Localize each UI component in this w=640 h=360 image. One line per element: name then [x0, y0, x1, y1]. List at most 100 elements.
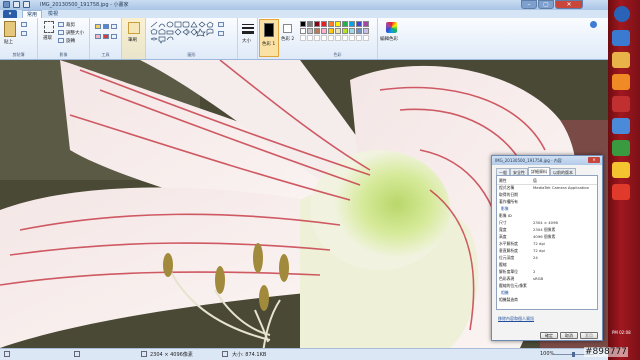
- property-row[interactable]: 高度 4096 個像素: [497, 234, 597, 240]
- palette-swatch[interactable]: [307, 28, 313, 34]
- tab-home[interactable]: 常用: [22, 10, 43, 18]
- help-icon[interactable]: [590, 21, 597, 28]
- copy-icon[interactable]: [21, 31, 27, 36]
- property-row[interactable]: 影像 ID: [497, 213, 597, 219]
- palette-swatch[interactable]: [363, 28, 369, 34]
- shapes-gallery[interactable]: [150, 21, 216, 45]
- resize-icon[interactable]: [58, 30, 64, 35]
- property-row[interactable]: 著作權所有: [497, 199, 597, 205]
- save-icon[interactable]: [13, 1, 20, 8]
- color1-button[interactable]: 色彩 1: [259, 19, 279, 57]
- tab-security[interactable]: 安全性: [510, 168, 528, 175]
- palette-swatch[interactable]: [300, 28, 306, 34]
- palette-swatch[interactable]: [321, 28, 327, 34]
- select-icon[interactable]: [44, 21, 54, 33]
- property-section[interactable]: 相機: [497, 290, 597, 296]
- taskbar-app-icon[interactable]: [612, 96, 630, 112]
- color2-button[interactable]: 色彩 2: [280, 19, 298, 57]
- taskbar-paint-icon[interactable]: [612, 118, 630, 134]
- value-column-header[interactable]: 值: [533, 178, 537, 184]
- property-row[interactable]: 色彩表現 sRGB: [497, 276, 597, 282]
- minimize-button[interactable]: –: [521, 0, 537, 9]
- resize-label[interactable]: 調整大小: [66, 30, 84, 36]
- palette-swatch[interactable]: [300, 21, 306, 27]
- cut-icon[interactable]: [21, 22, 27, 27]
- custom-color-slot[interactable]: [335, 35, 341, 41]
- undo-icon[interactable]: [23, 1, 30, 8]
- size-label[interactable]: 大小: [242, 38, 251, 44]
- fill-icon[interactable]: [103, 24, 109, 29]
- brush-icon[interactable]: [128, 22, 140, 34]
- apply-button[interactable]: 套用: [580, 332, 598, 339]
- text-icon[interactable]: [111, 24, 117, 29]
- paste-icon[interactable]: [4, 21, 16, 37]
- palette-swatch[interactable]: [335, 21, 341, 27]
- custom-color-slot[interactable]: [349, 35, 355, 41]
- properties-list[interactable]: 屬性 值 程式名稱 MediaTek Camera Application 取得的日…: [496, 175, 598, 310]
- custom-color-slot[interactable]: [363, 35, 369, 41]
- crop-icon[interactable]: [58, 22, 64, 27]
- taskbar-ie-icon[interactable]: [612, 30, 630, 46]
- size-group[interactable]: 大小: [238, 18, 258, 59]
- magnifier-icon[interactable]: [111, 34, 117, 39]
- file-menu-tab[interactable]: ▾: [3, 10, 17, 18]
- palette-swatch[interactable]: [356, 28, 362, 34]
- paste-label[interactable]: 貼上: [4, 39, 13, 45]
- palette-swatch[interactable]: [314, 28, 320, 34]
- rotate-icon[interactable]: [58, 38, 64, 43]
- close-button[interactable]: ✕: [555, 0, 583, 9]
- crop-label[interactable]: 裁剪: [66, 22, 75, 28]
- outline-icon[interactable]: [218, 22, 224, 27]
- palette-swatch[interactable]: [342, 21, 348, 27]
- fill-shape-icon[interactable]: [218, 31, 224, 36]
- custom-color-slot[interactable]: [307, 35, 313, 41]
- taskbar-media-icon[interactable]: [612, 74, 630, 90]
- tab-view[interactable]: 檢視: [44, 10, 62, 18]
- eraser-icon[interactable]: [95, 34, 101, 39]
- brushes-label[interactable]: 筆刷: [128, 37, 137, 43]
- dialog-close-button[interactable]: ✕: [588, 157, 600, 163]
- custom-color-slot[interactable]: [314, 35, 320, 41]
- taskbar-excel-icon[interactable]: [612, 140, 630, 156]
- property-row[interactable]: 垂直解析度 72 dpi: [497, 248, 597, 254]
- cancel-button[interactable]: 取消: [560, 332, 578, 339]
- pencil-icon[interactable]: [95, 24, 101, 29]
- select-label[interactable]: 選取: [43, 35, 52, 41]
- start-button[interactable]: [614, 6, 630, 22]
- tab-details[interactable]: 詳細資料: [528, 167, 550, 175]
- custom-color-slot[interactable]: [328, 35, 334, 41]
- taskbar-clock[interactable]: PM 02:08: [612, 330, 631, 335]
- custom-color-slot[interactable]: [356, 35, 362, 41]
- palette-swatch[interactable]: [349, 28, 355, 34]
- remove-properties-link[interactable]: 移除內容和個人資訊: [498, 316, 534, 322]
- custom-color-slot[interactable]: [321, 35, 327, 41]
- property-row[interactable]: 相機製造商: [497, 297, 597, 303]
- rotate-label[interactable]: 旋轉: [66, 38, 75, 44]
- palette-swatch[interactable]: [328, 28, 334, 34]
- palette-swatch[interactable]: [335, 28, 341, 34]
- palette-swatch[interactable]: [356, 21, 362, 27]
- palette-swatch[interactable]: [342, 28, 348, 34]
- color-picker-icon[interactable]: [103, 34, 109, 39]
- taskbar-qq-icon[interactable]: [612, 162, 630, 178]
- property-row[interactable]: 程式名稱 MediaTek Camera Application: [497, 185, 597, 191]
- property-row[interactable]: 取得的日期: [497, 192, 597, 198]
- property-column-header[interactable]: 屬性: [499, 178, 507, 184]
- property-row[interactable]: 壓縮的位元/像素: [497, 283, 597, 289]
- brushes-group[interactable]: 筆刷: [122, 18, 146, 59]
- property-row[interactable]: 壓縮: [497, 262, 597, 268]
- property-row[interactable]: 解析度單位 2: [497, 269, 597, 275]
- taskbar-folder-icon[interactable]: [612, 52, 630, 68]
- property-row[interactable]: 位元深度 24: [497, 255, 597, 261]
- property-row[interactable]: 水平解析度 72 dpi: [497, 241, 597, 247]
- palette-swatch[interactable]: [314, 21, 320, 27]
- taskbar-browser-icon[interactable]: [612, 184, 630, 200]
- custom-color-slot[interactable]: [300, 35, 306, 41]
- property-row[interactable]: 尺寸 2304 × 4096: [497, 220, 597, 226]
- palette-swatch[interactable]: [363, 21, 369, 27]
- palette-swatch[interactable]: [307, 21, 313, 27]
- custom-color-slot[interactable]: [342, 35, 348, 41]
- palette-swatch[interactable]: [328, 21, 334, 27]
- zoom-slider-thumb[interactable]: [572, 352, 575, 357]
- edit-colors-button[interactable]: 編輯色彩: [380, 20, 404, 56]
